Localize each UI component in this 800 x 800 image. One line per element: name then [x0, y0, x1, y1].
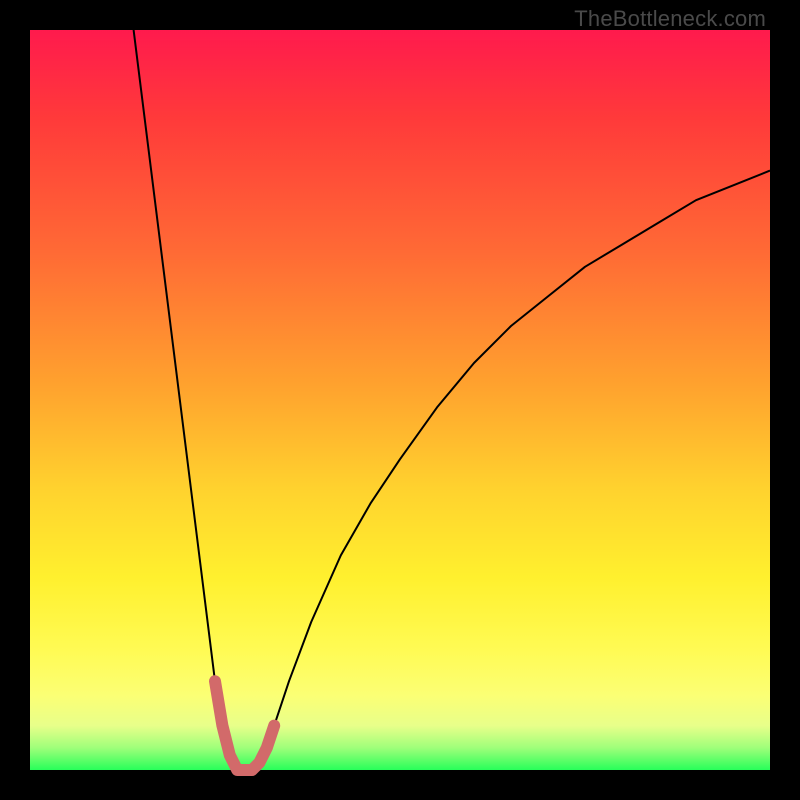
series-main-curve	[134, 30, 770, 770]
curve-svg	[30, 30, 770, 770]
watermark-text: TheBottleneck.com	[574, 6, 766, 32]
series-valley-marker	[215, 681, 274, 770]
plot-area	[30, 30, 770, 770]
outer-frame: TheBottleneck.com	[0, 0, 800, 800]
